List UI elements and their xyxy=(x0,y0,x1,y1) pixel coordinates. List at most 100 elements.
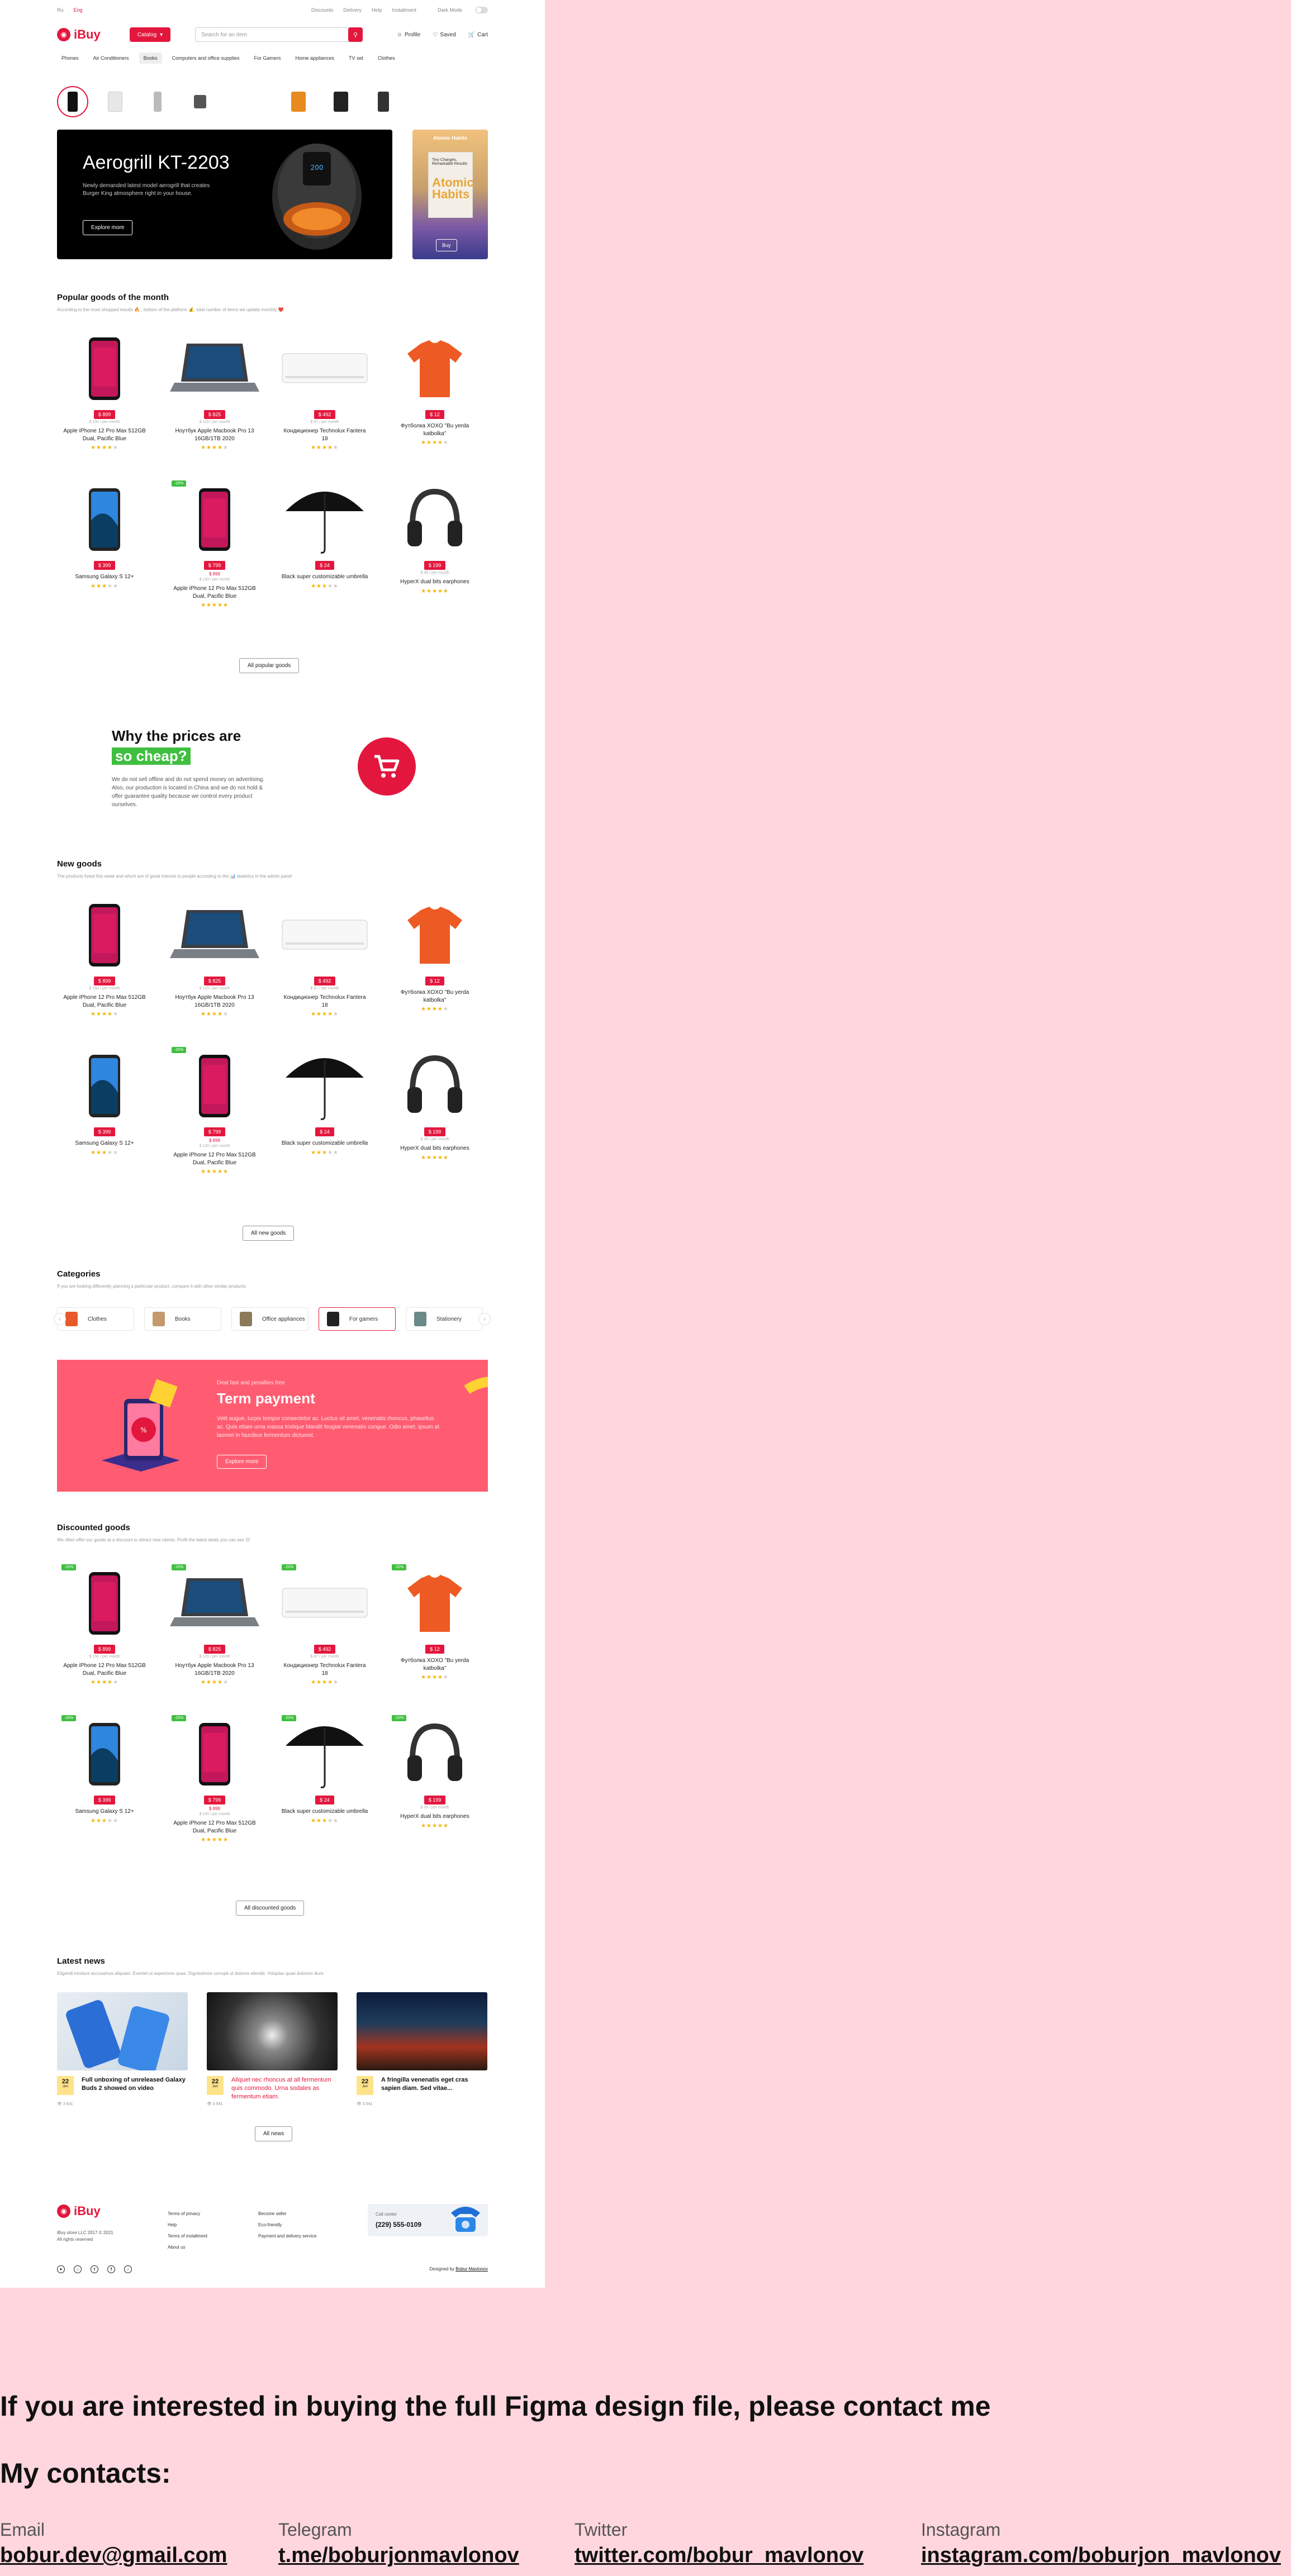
footer-logo[interactable]: ◉ iBuy xyxy=(57,2204,101,2218)
product-card[interactable]: $ 399 Samsung Galaxy S 12+ ★★★★★ xyxy=(57,1047,152,1156)
cart-link[interactable]: 🛒 Cart xyxy=(468,32,488,38)
nav-phones[interactable]: Phones xyxy=(57,53,83,64)
category-books[interactable]: Books xyxy=(144,1307,221,1331)
product-name[interactable]: Apple iPhone 12 Pro Max 512GB Dual, Paci… xyxy=(167,1820,262,1835)
product-card[interactable]: $ 24 Black super customizable umbrella ★★★… xyxy=(277,1047,372,1156)
link-installment[interactable]: Installment xyxy=(392,7,416,13)
nav-home-appliances[interactable]: Home appliances xyxy=(291,53,339,64)
nav-books[interactable]: Books xyxy=(139,53,162,64)
product-name[interactable]: Samsung Galaxy S 12+ xyxy=(57,1808,152,1816)
all-new-button[interactable]: All new goods xyxy=(243,1226,295,1241)
footer-link[interactable]: Terms of privacy xyxy=(168,2208,207,2220)
product-name[interactable]: Apple iPhone 12 Pro Max 512GB Dual, Paci… xyxy=(57,994,152,1009)
story-item[interactable] xyxy=(99,86,131,117)
product-card[interactable]: $ 24 Black super customizable umbrella ★★★… xyxy=(277,480,372,589)
search-icon[interactable]: ⚲ xyxy=(348,27,363,42)
hero-banner[interactable]: Aerogrill KT-2203 Newly demanded latest … xyxy=(57,130,392,259)
footer-link[interactable]: About us xyxy=(168,2242,207,2253)
product-card[interactable]: $ 825 $ 120 / per month Ноутбук Apple Macb… xyxy=(167,896,262,1017)
story-item[interactable] xyxy=(368,86,399,117)
product-name[interactable]: Black super customizable umbrella xyxy=(277,573,372,581)
term-payment-banner[interactable]: % Deal fast and penalties free Term paym… xyxy=(57,1360,488,1492)
book-buy-button[interactable]: Buy xyxy=(436,239,457,251)
product-card[interactable]: $ 12 Футболка XOXO "Bu yerda katbolka" ★★★… xyxy=(387,896,482,1012)
product-name[interactable]: HyperX dual bits earphones xyxy=(387,578,482,586)
contact-value[interactable]: instagram.com/boburjon_mavlonov xyxy=(921,2544,1281,2568)
all-discounted-button[interactable]: All discounted goods xyxy=(236,1901,305,1916)
footer-link[interactable]: Become seller xyxy=(258,2208,317,2220)
footer-link[interactable]: Terms of installment xyxy=(168,2231,207,2242)
category-stationery[interactable]: Stationery xyxy=(406,1307,483,1331)
footer-link[interactable]: Payment and delivery service xyxy=(258,2231,317,2242)
product-card[interactable]: $ 199 $ 35 / per month HyperX dual bits ea… xyxy=(387,480,482,594)
product-name[interactable]: Apple iPhone 12 Pro Max 512GB Dual, Paci… xyxy=(167,585,262,600)
product-name[interactable]: Black super customizable umbrella xyxy=(277,1808,372,1816)
product-card[interactable]: $ 199 $ 35 / per month HyperX dual bits ea… xyxy=(387,1047,482,1161)
product-card[interactable]: -20% $ 12 Футболка XOXO "Bu yerda katbolka… xyxy=(387,1564,482,1680)
chevron-right-icon[interactable]: › xyxy=(478,1313,491,1325)
product-card[interactable]: $ 492 $ 87 / per month Кондиционер Technol… xyxy=(277,896,372,1017)
news-card[interactable]: 22 Jun Aliquet nec rhoncus at all ferment… xyxy=(207,1992,338,2106)
lang-eng[interactable]: Eng xyxy=(74,7,83,13)
product-name[interactable]: Samsung Galaxy S 12+ xyxy=(57,573,152,581)
footer-link[interactable]: Eco-friendly xyxy=(258,2220,317,2231)
all-news-button[interactable]: All news xyxy=(255,2126,293,2141)
product-name[interactable]: Ноутбук Apple Macbook Pro 13 16GB/1TB 20… xyxy=(167,994,262,1009)
category-gamers[interactable]: For gamers xyxy=(319,1307,396,1331)
instagram-icon[interactable]: ○ xyxy=(74,2265,82,2273)
contact-value[interactable]: twitter.com/bobur_mavlonov xyxy=(575,2544,863,2568)
product-name[interactable]: Кондиционер Technolux Fantera 18 xyxy=(277,1662,372,1677)
lang-ru[interactable]: Ru xyxy=(57,7,64,13)
telegram-icon[interactable]: ➤ xyxy=(57,2265,65,2273)
hero-explore-button[interactable]: Explore more xyxy=(83,220,133,235)
search-input[interactable]: Search for an item ⚲ xyxy=(195,27,363,42)
story-item[interactable] xyxy=(142,86,173,117)
product-card[interactable]: -20% $ 825 $ 120 / per month Ноутбук Apple … xyxy=(167,1564,262,1685)
product-card[interactable]: $ 825 $ 120 / per month Ноутбук Apple Macb… xyxy=(167,330,262,451)
product-card[interactable]: -20% $ 799 $ 899 $ 130 / per month Apple iPh… xyxy=(167,480,262,608)
product-name[interactable]: Футболка XOXO "Bu yerda katbolka" xyxy=(387,1657,482,1672)
link-discounts[interactable]: Discounts xyxy=(311,7,334,13)
saved-link[interactable]: ♡ Saved xyxy=(433,32,455,38)
product-card[interactable]: -20% $ 492 $ 87 / per month Кондиционер Tec… xyxy=(277,1564,372,1685)
nav-computers[interactable]: Computers and office supplies xyxy=(168,53,244,64)
product-card[interactable]: -20% $ 899 $ 150 / per month Apple iPhone 1… xyxy=(57,1564,152,1685)
link-delivery[interactable]: Delivery xyxy=(343,7,362,13)
product-name[interactable]: HyperX dual bits earphones xyxy=(387,1145,482,1153)
all-popular-button[interactable]: All popular goods xyxy=(239,658,300,673)
profile-link[interactable]: ☺ Profile xyxy=(397,32,421,38)
nav-gamers[interactable]: For Gamers xyxy=(249,53,285,64)
product-name[interactable]: Кондиционер Technolux Fantera 18 xyxy=(277,427,372,442)
product-card[interactable]: $ 12 Футболка XOXO "Bu yerda katbolka" ★★★… xyxy=(387,330,482,446)
news-headline[interactable]: Full unboxing of unreleased Galaxy Buds … xyxy=(82,2076,188,2093)
product-name[interactable]: Ноутбук Apple Macbook Pro 13 16GB/1TB 20… xyxy=(167,427,262,442)
link-help[interactable]: Help xyxy=(372,7,382,13)
logo[interactable]: ◉ iBuy xyxy=(57,27,101,42)
category-clothes[interactable]: Clothes xyxy=(57,1307,134,1331)
call-center-card[interactable]: Call center (229) 555-0109 xyxy=(368,2204,488,2236)
story-item[interactable] xyxy=(283,86,314,117)
product-name[interactable]: Apple iPhone 12 Pro Max 512GB Dual, Paci… xyxy=(57,427,152,442)
book-ad-banner[interactable]: Atomic Habits Tiny Changes, Remarkable R… xyxy=(412,130,488,259)
nav-clothes[interactable]: Clothes xyxy=(373,53,400,64)
category-office[interactable]: Office appliances xyxy=(231,1307,308,1331)
term-explore-button[interactable]: Explore more xyxy=(217,1455,267,1469)
news-card[interactable]: 22 Jun A fringilla venenatis eget cras sa… xyxy=(357,1992,487,2106)
dark-mode-toggle[interactable] xyxy=(476,7,488,13)
story-item[interactable] xyxy=(184,86,216,117)
product-card[interactable]: -20% $ 799 $ 899 $ 130 / per month Apple iPh… xyxy=(167,1715,262,1843)
call-center-phone[interactable]: (229) 555-0109 xyxy=(376,2221,421,2229)
product-card[interactable]: -20% $ 199 $ 35 / per month HyperX dual bit… xyxy=(387,1715,482,1829)
product-card[interactable]: -20% $ 24 Black super customizable umbrell… xyxy=(277,1715,372,1824)
twitter-icon[interactable]: t xyxy=(91,2265,98,2273)
news-headline[interactable]: A fringilla venenatis eget cras sapien d… xyxy=(381,2076,487,2093)
contact-value[interactable]: t.me/boburjonmavlonov xyxy=(278,2544,519,2568)
news-card[interactable]: 22 Jun Full unboxing of unreleased Galaxy… xyxy=(57,1992,188,2106)
product-card[interactable]: $ 899 $ 150 / per month Apple iPhone 12 Pr… xyxy=(57,896,152,1017)
product-name[interactable]: HyperX dual bits earphones xyxy=(387,1813,482,1821)
catalog-button[interactable]: Catalog ▾ xyxy=(129,27,171,42)
tiktok-icon[interactable]: ♪ xyxy=(124,2265,132,2273)
product-card[interactable]: -20% $ 399 Samsung Galaxy S 12+ ★★★★★ xyxy=(57,1715,152,1824)
product-name[interactable]: Ноутбук Apple Macbook Pro 13 16GB/1TB 20… xyxy=(167,1662,262,1677)
chevron-left-icon[interactable]: ‹ xyxy=(54,1313,66,1325)
